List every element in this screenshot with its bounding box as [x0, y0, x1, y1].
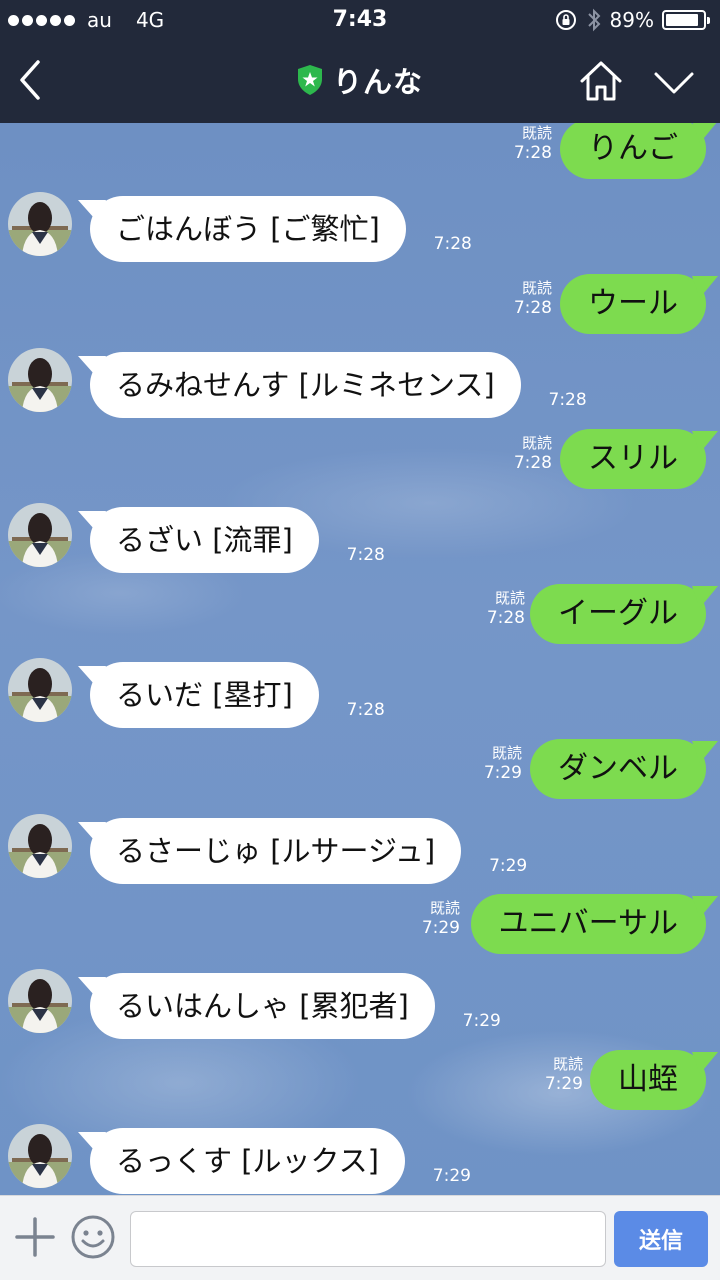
message-row-outgoing: 既読 7:28 ウール — [0, 274, 720, 344]
message-row-incoming: るいはんしゃ [累犯者] 7:29 — [0, 969, 720, 1049]
message-text: ごはんぼう [ご繁忙] — [116, 212, 380, 246]
signal-strength-icon — [8, 14, 75, 26]
read-receipt: 既読 — [521, 279, 552, 297]
message-text: るみねせんす [ルミネセンス] — [116, 368, 495, 402]
read-receipt: 既読 — [491, 744, 522, 762]
message-row-incoming: るさーじゅ [ルサージュ] 7:29 — [0, 814, 720, 894]
avatar[interactable] — [8, 1124, 72, 1188]
carrier-name: au — [87, 8, 112, 32]
message-row-incoming: るいだ [塁打] 7:28 — [0, 658, 720, 738]
chevron-down-icon[interactable] — [652, 62, 696, 102]
message-text: るいはんしゃ [累犯者] — [116, 989, 409, 1023]
message-input-bar: 送信 — [0, 1195, 720, 1280]
rotation-lock-icon — [555, 10, 576, 30]
avatar[interactable] — [8, 348, 72, 412]
message-time: 7:29 — [489, 856, 528, 876]
message-time: 7:28 — [548, 390, 587, 410]
message-time: 7:28 — [486, 608, 525, 628]
message-time: 7:28 — [346, 700, 385, 720]
message-row-outgoing: 既読 7:28 りんご — [0, 123, 720, 189]
incoming-message-bubble[interactable]: るざい [流罪] 7:28 — [90, 507, 385, 573]
outgoing-message-bubble[interactable]: ユニバーサル — [470, 894, 706, 954]
avatar[interactable] — [8, 658, 72, 722]
avatar-image — [8, 192, 72, 256]
avatar-image — [8, 658, 72, 722]
incoming-message-bubble[interactable]: るいはんしゃ [累犯者] 7:29 — [90, 973, 501, 1039]
incoming-message-bubble[interactable]: るさーじゅ [ルサージュ] 7:29 — [90, 818, 527, 884]
message-meta: 既読 7:28 — [514, 123, 552, 163]
message-time: 7:28 — [346, 545, 385, 565]
avatar[interactable] — [8, 814, 72, 878]
message-time: 7:29 — [483, 763, 522, 783]
incoming-message-bubble[interactable]: ごはんぼう [ご繁忙] 7:28 — [90, 196, 472, 262]
avatar-image — [8, 348, 72, 412]
message-row-outgoing: 既読 7:29 山蛭 — [0, 1050, 720, 1120]
read-receipt: 既読 — [521, 124, 552, 142]
battery-icon — [662, 10, 710, 30]
avatar-image — [8, 1124, 72, 1188]
avatar-image — [8, 814, 72, 878]
message-row-outgoing: 既読 7:28 スリル — [0, 429, 720, 499]
message-meta: 既読 7:28 — [514, 433, 552, 473]
official-account-badge-icon — [297, 65, 322, 95]
message-row-outgoing: 既読 7:29 ダンベル — [0, 739, 720, 809]
outgoing-message-bubble[interactable]: スリル — [560, 429, 706, 489]
read-receipt: 既読 — [552, 1055, 583, 1073]
message-row-incoming: るみねせんす [ルミネセンス] 7:28 — [0, 348, 720, 428]
message-text: るいだ [塁打] — [116, 678, 293, 712]
message-time: 7:29 — [421, 918, 460, 938]
read-receipt: 既読 — [429, 899, 460, 917]
message-time: 7:29 — [462, 1011, 501, 1031]
message-row-incoming: るざい [流罪] 7:28 — [0, 503, 720, 583]
send-button[interactable]: 送信 — [614, 1211, 708, 1267]
message-time: 7:29 — [544, 1074, 583, 1094]
network-type: 4G — [135, 8, 165, 32]
avatar[interactable] — [8, 969, 72, 1033]
message-row-incoming: ごはんぼう [ご繁忙] 7:28 — [0, 192, 720, 272]
battery-percent: 89% — [609, 8, 654, 32]
incoming-message-bubble[interactable]: るみねせんす [ルミネセンス] 7:28 — [90, 352, 587, 418]
outgoing-message-bubble[interactable]: ウール — [560, 274, 706, 334]
message-text: るっくす [ルックス] — [116, 1144, 379, 1178]
message-time: 7:28 — [513, 453, 552, 473]
message-meta: 既読 7:29 — [422, 898, 460, 938]
status-bar: au 4G 7:43 89% — [0, 0, 720, 40]
chat-header: りんな — [0, 40, 720, 123]
avatar[interactable] — [8, 503, 72, 567]
outgoing-message-bubble[interactable]: ダンベル — [530, 739, 706, 799]
chat-area[interactable]: 既読 7:28 りんご ごはんぼう [ご繁忙] 7:28 既読 7:28 ウール — [0, 123, 720, 1195]
message-input[interactable] — [130, 1211, 606, 1267]
message-meta: 既読 7:28 — [487, 588, 525, 628]
avatar[interactable] — [8, 192, 72, 256]
message-meta: 既読 7:29 — [484, 743, 522, 783]
message-text: るざい [流罪] — [116, 523, 293, 557]
message-time: 7:28 — [513, 298, 552, 318]
outgoing-message-bubble[interactable]: イーグル — [530, 584, 706, 644]
message-row-incoming: るっくす [ルックス] 7:29 — [0, 1124, 720, 1195]
message-meta: 既読 7:28 — [514, 278, 552, 318]
message-text: るさーじゅ [ルサージュ] — [116, 834, 436, 868]
message-time: 7:28 — [433, 234, 472, 254]
read-receipt: 既読 — [521, 434, 552, 452]
emoji-icon[interactable] — [70, 1214, 116, 1260]
home-icon[interactable] — [578, 58, 624, 104]
avatar-image — [8, 969, 72, 1033]
outgoing-message-bubble[interactable]: りんご — [560, 123, 706, 179]
read-receipt: 既読 — [494, 589, 525, 607]
plus-icon[interactable] — [14, 1216, 56, 1258]
avatar-image — [8, 503, 72, 567]
message-row-outgoing: 既読 7:29 ユニバーサル — [0, 894, 720, 964]
message-time: 7:29 — [432, 1166, 471, 1186]
bluetooth-icon — [587, 8, 600, 32]
incoming-message-bubble[interactable]: るっくす [ルックス] 7:29 — [90, 1128, 471, 1194]
incoming-message-bubble[interactable]: るいだ [塁打] 7:28 — [90, 662, 385, 728]
chat-title: りんな — [332, 65, 423, 99]
message-meta: 既読 7:29 — [545, 1054, 583, 1094]
message-time: 7:28 — [513, 143, 552, 163]
message-row-outgoing: 既読 7:28 イーグル — [0, 584, 720, 654]
outgoing-message-bubble[interactable]: 山蛭 — [590, 1050, 706, 1110]
